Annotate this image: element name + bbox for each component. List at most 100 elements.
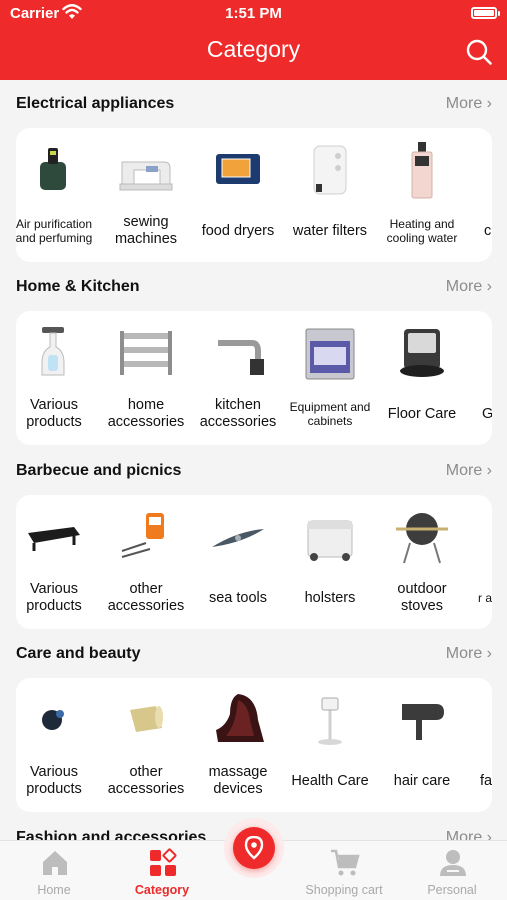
item-label: massage devices [208, 764, 268, 797]
item-label: sewing machines [114, 214, 178, 247]
item-label: outdoor stoves [397, 581, 447, 614]
battery-icon [471, 7, 500, 19]
tab-label: Personal [427, 883, 477, 897]
water-filter-icon [313, 145, 347, 195]
category-icon [150, 848, 177, 876]
more-link[interactable]: More › [446, 462, 492, 480]
section-title: Barbecue and picnics [16, 462, 182, 479]
section-header-electrical-appliances: Electrical appliances More › [0, 86, 507, 122]
home-icon [43, 851, 67, 875]
category-card-home-kitchen: Various products home accessories kitche… [16, 311, 492, 445]
robot-vacuum-icon [400, 329, 444, 377]
section-header-home-kitchen: Home & Kitchen More › [0, 269, 507, 305]
griddle-icon [28, 527, 80, 551]
category-item[interactable]: massage devices [192, 678, 284, 812]
section-header-barbecue-picnics: Barbecue and picnics More › [0, 453, 507, 489]
hair-dryer-icon [402, 704, 444, 740]
item-label: kitchen accessories [199, 397, 277, 430]
tab-category[interactable]: Category [112, 841, 212, 900]
more-link[interactable]: More › [446, 95, 492, 113]
kitchen-faucet-icon [218, 340, 264, 375]
category-item[interactable]: water filters [284, 128, 376, 262]
item-label: home accessories [107, 397, 185, 430]
location-button[interactable] [224, 818, 284, 878]
person-icon [440, 850, 466, 876]
section-header-care-beauty: Care and beauty More › [0, 636, 507, 672]
item-label: water filters [292, 222, 368, 239]
kamado-grill-icon [396, 513, 448, 564]
air-purifier-icon [40, 148, 66, 190]
status-time: 1:51 PM [225, 5, 282, 22]
category-item[interactable]: kitchen accessories [192, 311, 284, 445]
steam-cleaner-icon [41, 327, 65, 376]
item-label: food dryers [201, 222, 275, 239]
water-dispenser-icon [411, 142, 433, 199]
section-title: Electrical appliances [16, 95, 175, 112]
item-label: Health Care [291, 772, 369, 789]
massage-chair-icon [216, 694, 264, 742]
location-button-inner [233, 827, 275, 869]
category-item[interactable]: other accessories [100, 495, 192, 629]
item-label: G [482, 405, 492, 422]
category-item[interactable]: food dryers [192, 128, 284, 262]
more-link[interactable]: More › [446, 645, 492, 663]
search-icon[interactable] [465, 38, 493, 66]
item-label: Heating and cooling water [386, 217, 458, 245]
tab-personal[interactable]: Personal [402, 841, 502, 900]
tab-home[interactable]: Home [4, 841, 104, 900]
category-item-partial[interactable]: c b [468, 128, 492, 262]
tab-label: Shopping cart [305, 883, 383, 897]
category-item[interactable]: Equipment and cabinets [284, 311, 376, 445]
category-item-partial[interactable]: r and [468, 495, 492, 629]
item-label: c b [484, 222, 492, 239]
tab-label: Category [134, 883, 190, 897]
sewing-machine-icon [119, 161, 173, 191]
item-label: fa [480, 772, 492, 789]
category-card-barbecue-picnics: Various products other accessories sea t… [16, 495, 492, 629]
category-item[interactable]: Various products [16, 311, 100, 445]
section-title: Care and beauty [16, 645, 141, 662]
item-label: other accessories [107, 764, 185, 797]
category-item[interactable]: other accessories [100, 678, 192, 812]
tab-shopping-cart[interactable]: Shopping cart [294, 841, 394, 900]
location-pin-icon [244, 836, 264, 860]
category-item[interactable]: home accessories [100, 311, 192, 445]
category-card-electrical-appliances: Air purification and perfuming sewing ma… [16, 128, 492, 262]
cart-icon [331, 849, 360, 876]
item-label: Various products [26, 397, 82, 430]
category-item[interactable]: Various products [16, 495, 100, 629]
kayak-icon [212, 529, 264, 547]
category-item-partial[interactable]: G [468, 311, 492, 445]
item-label: holsters [304, 589, 356, 606]
category-item[interactable]: sewing machines [100, 128, 192, 262]
category-item[interactable]: sea tools [192, 495, 284, 629]
page-title: Category [206, 36, 301, 62]
section-title: Home & Kitchen [16, 278, 140, 295]
item-label: Floor Care [387, 405, 457, 422]
beauty-device-icon [42, 710, 64, 730]
item-label: Air purification and perfuming [16, 217, 93, 245]
category-item[interactable]: Various products [16, 678, 100, 812]
item-label: r and [478, 591, 492, 605]
app-header: Carrier 1:51 PM Category [0, 0, 507, 80]
status-bar: Carrier 1:51 PM [0, 0, 507, 28]
category-item[interactable]: hair care [376, 678, 468, 812]
category-item[interactable]: outdoor stoves [376, 495, 468, 629]
more-link[interactable]: More › [446, 829, 492, 840]
item-label: Various products [26, 581, 82, 614]
category-item[interactable]: Floor Care [376, 311, 468, 445]
oven-range-icon [305, 328, 355, 380]
category-list[interactable]: Electrical appliances More › Air purific… [0, 80, 507, 840]
category-item[interactable]: holsters [284, 495, 376, 629]
tab-label: Home [37, 883, 71, 897]
item-label: hair care [393, 772, 451, 789]
sponge-roll-icon [130, 706, 163, 732]
more-link[interactable]: More › [446, 278, 492, 296]
category-card-care-beauty: Various products other accessories massa… [16, 678, 492, 812]
category-item-partial[interactable]: fa [468, 678, 492, 812]
item-label: Equipment and cabinets [289, 400, 371, 428]
category-item[interactable]: Air purification and perfuming [16, 128, 100, 262]
category-item[interactable]: Health Care [284, 678, 376, 812]
health-device-icon [318, 697, 342, 745]
category-item[interactable]: Heating and cooling water [376, 128, 468, 262]
